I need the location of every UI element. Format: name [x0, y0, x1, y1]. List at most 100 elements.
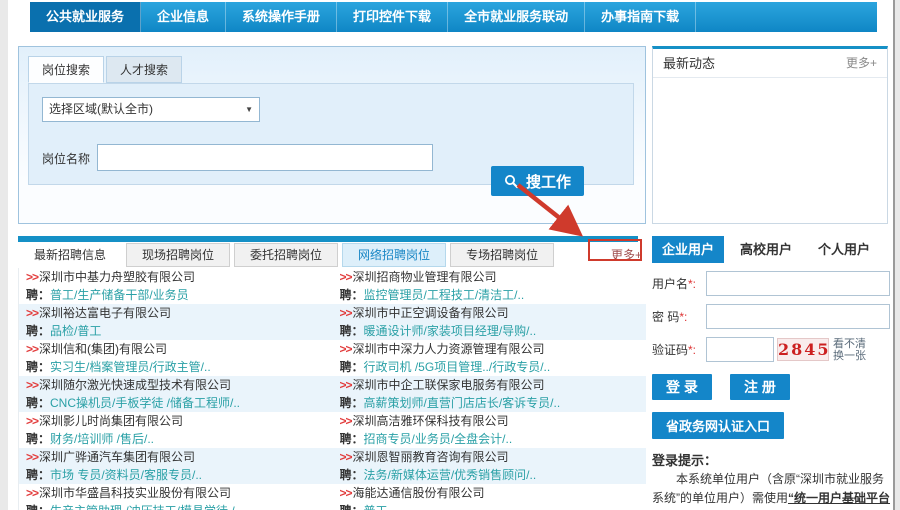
password-input[interactable] — [706, 304, 890, 329]
job-links[interactable]: 暖通设计师/家装项目经理/导购/.. — [364, 324, 537, 338]
company-link[interactable]: 深圳招商物业管理有限公司 — [353, 270, 497, 284]
hire-label: 聘： — [26, 396, 50, 410]
login-tabs: 企业用户 高校用户 个人用户 — [652, 236, 890, 263]
list-item: >>深圳恩智丽教育咨询有限公司 聘：法务/新媒体运营/优秀销售顾问/.. — [333, 448, 647, 484]
page: 公共就业服务 企业信息 系统操作手册 打印控件下载 全市就业服务联动 办事指南下… — [8, 0, 895, 510]
company-link[interactable]: 深圳裕达富电子有限公司 — [39, 306, 171, 320]
section-divider — [18, 236, 638, 242]
list-item: >>深圳裕达富电子有限公司 聘：品检/普工 — [19, 304, 333, 340]
list-item: >>深圳市华盛昌科技实业股份有限公司 聘：生产主管助理 /冲压技工/模具学徒 / — [19, 484, 333, 510]
company-link[interactable]: 深圳影儿时尚集团有限公司 — [39, 414, 183, 428]
job-links[interactable]: 招商专员/业务员/全盘会计/.. — [364, 432, 513, 446]
search-form: 选择区域(默认全市) ▼ 岗位名称 搜工作 — [28, 83, 634, 185]
login-hint-paragraph: 本系统单位用户（含原“深圳市就业服务系统”的单位用户）需使用“统一用户基础平台系… — [652, 470, 890, 510]
job-search-panel: 岗位搜索 人才搜索 选择区域(默认全市) ▼ 岗位名称 搜工作 — [18, 46, 646, 224]
register-button[interactable]: 注 册 — [730, 374, 790, 400]
nav-enterprise-info[interactable]: 企业信息 — [141, 2, 226, 32]
company-link[interactable]: 深圳市中企工联保家电服务有限公司 — [353, 378, 545, 392]
captcha-input[interactable] — [706, 337, 774, 362]
login-hint-title: 登录提示： — [652, 451, 890, 470]
job-links[interactable]: 普工/生产储备干部/业务员 — [50, 288, 189, 302]
nav-guide-download[interactable]: 办事指南下载 — [585, 2, 696, 32]
search-job-button[interactable]: 搜工作 — [491, 166, 584, 196]
job-links[interactable]: 实习生/档案管理员/行政主管/.. — [50, 360, 211, 374]
search-tabs: 岗位搜索 人才搜索 — [28, 56, 184, 83]
company-link[interactable]: 深圳高洁雅环保科技有限公司 — [353, 414, 509, 428]
company-link[interactable]: 深圳广骅通汽车集团有限公司 — [39, 450, 195, 464]
listings-right-column: >>深圳招商物业管理有限公司 聘：监控管理员/工程技工/清洁工/.. >>深圳市… — [333, 268, 647, 510]
company-link[interactable]: 深圳市华盛昌科技实业股份有限公司 — [39, 486, 231, 500]
listings-left-column: >>深圳市中基力舟塑胶有限公司 聘：普工/生产储备干部/业务员 >>深圳裕达富电… — [19, 268, 333, 510]
recruit-more-link[interactable]: 更多+ — [611, 246, 642, 263]
arrow-prefix: >> — [340, 450, 352, 464]
company-link[interactable]: 深圳市中基力舟塑胶有限公司 — [39, 270, 195, 284]
nav-city-employment-linkage[interactable]: 全市就业服务联动 — [448, 2, 585, 32]
nav-public-employment[interactable]: 公共就业服务 — [30, 2, 141, 32]
arrow-prefix: >> — [26, 414, 38, 428]
region-select-value: 选择区域(默认全市) — [49, 98, 153, 121]
password-label: 密 码*: — [652, 308, 706, 325]
job-listings: >>深圳市中基力舟塑胶有限公司 聘：普工/生产储备干部/业务员 >>深圳裕达富电… — [18, 268, 646, 510]
tab-online-recruit[interactable]: 网络招聘岗位 — [342, 243, 446, 267]
nav-system-manual[interactable]: 系统操作手册 — [226, 2, 337, 32]
arrow-prefix: >> — [26, 270, 38, 284]
captcha-image[interactable]: 2845 — [777, 338, 829, 361]
company-link[interactable]: 深圳随尔激光快速成型技术有限公司 — [39, 378, 231, 392]
list-item: >>深圳信和(集团)有限公司 聘：实习生/档案管理员/行政主管/.. — [19, 340, 333, 376]
list-item: >>深圳市中企工联保家电服务有限公司 聘：高薪策划师/直营门店店长/客诉专员/.… — [333, 376, 647, 412]
company-link[interactable]: 深圳市中深力人力资源管理有限公司 — [353, 342, 545, 356]
tab-special-recruit[interactable]: 专场招聘岗位 — [450, 243, 554, 267]
job-links[interactable]: CNC操机员/手板学徒 /储备工程师/.. — [50, 396, 240, 410]
job-links[interactable]: 生产主管助理 /冲压技工/模具学徒 / — [50, 504, 235, 510]
tab-onsite-recruit[interactable]: 现场招聘岗位 — [126, 243, 230, 267]
login-button[interactable]: 登 录 — [652, 374, 712, 400]
job-links[interactable]: 普工 — [364, 504, 388, 510]
tab-entrusted-recruit[interactable]: 委托招聘岗位 — [234, 243, 338, 267]
region-select[interactable]: 选择区域(默认全市) ▼ — [42, 97, 260, 122]
hire-label: 聘： — [26, 432, 50, 446]
tab-latest-recruit-info[interactable]: 最新招聘信息 — [18, 243, 122, 267]
list-item: >>深圳广骅通汽车集团有限公司 聘：市场 专员/资料员/客服专员/.. — [19, 448, 333, 484]
chevron-down-icon: ▼ — [245, 98, 253, 121]
company-link[interactable]: 海能达通信股份有限公司 — [353, 486, 485, 500]
hire-label: 聘： — [26, 324, 50, 338]
job-links[interactable]: 法务/新媒体运营/优秀销售顾问/.. — [364, 468, 537, 482]
job-links[interactable]: 市场 专员/资料员/客服专员/.. — [50, 468, 202, 482]
username-input[interactable] — [706, 271, 890, 296]
tab-enterprise-user[interactable]: 企业用户 — [652, 236, 724, 263]
list-item: >>深圳市中正空调设备有限公司 聘：暖通设计师/家装项目经理/导购/.. — [333, 304, 647, 340]
news-more-link[interactable]: 更多+ — [846, 49, 877, 77]
list-item: >>深圳影儿时尚集团有限公司 聘：财务/培训师 /售后/.. — [19, 412, 333, 448]
list-item: >>深圳市中深力人力资源管理有限公司 聘：行政司机 /5G项目管理../行政专员… — [333, 340, 647, 376]
tab-personal-user[interactable]: 个人用户 — [808, 236, 880, 263]
hire-label: 聘： — [26, 504, 50, 510]
arrow-prefix: >> — [340, 414, 352, 428]
hire-label: 聘： — [340, 288, 364, 302]
hire-label: 聘： — [340, 360, 364, 374]
hire-label: 聘： — [340, 468, 364, 482]
tab-college-user[interactable]: 高校用户 — [730, 236, 802, 263]
job-links[interactable]: 行政司机 /5G项目管理../行政专员/.. — [364, 360, 551, 374]
recruit-tabs: 最新招聘信息 现场招聘岗位 委托招聘岗位 网络招聘岗位 专场招聘岗位 更多+ — [18, 243, 646, 267]
search-button-label: 搜工作 — [526, 171, 571, 192]
tab-job-search[interactable]: 岗位搜索 — [28, 56, 104, 83]
login-hint: 登录提示： 本系统单位用户（含原“深圳市就业服务系统”的单位用户）需使用“统一用… — [652, 451, 890, 510]
hire-label: 聘： — [340, 504, 364, 510]
list-item: >>海能达通信股份有限公司 聘：普工 — [333, 484, 647, 510]
hire-label: 聘： — [26, 360, 50, 374]
refresh-captcha-link[interactable]: 看不清换一张 — [833, 338, 866, 362]
hire-label: 聘： — [340, 324, 364, 338]
company-link[interactable]: 深圳恩智丽教育咨询有限公司 — [353, 450, 509, 464]
job-links[interactable]: 监控管理员/工程技工/清洁工/.. — [364, 288, 525, 302]
job-links[interactable]: 高薪策划师/直营门店店长/客诉专员/.. — [364, 396, 561, 410]
tab-talent-search[interactable]: 人才搜索 — [106, 56, 182, 83]
company-link[interactable]: 深圳信和(集团)有限公司 — [39, 342, 167, 356]
job-links[interactable]: 财务/培训师 /售后/.. — [50, 432, 154, 446]
hire-label: 聘： — [26, 288, 50, 302]
job-links[interactable]: 品检/普工 — [50, 324, 101, 338]
gov-network-auth-button[interactable]: 省政务网认证入口 — [652, 412, 784, 439]
nav-print-control-download[interactable]: 打印控件下载 — [337, 2, 448, 32]
hire-label: 聘： — [340, 432, 364, 446]
company-link[interactable]: 深圳市中正空调设备有限公司 — [353, 306, 509, 320]
job-name-input[interactable] — [97, 144, 433, 171]
